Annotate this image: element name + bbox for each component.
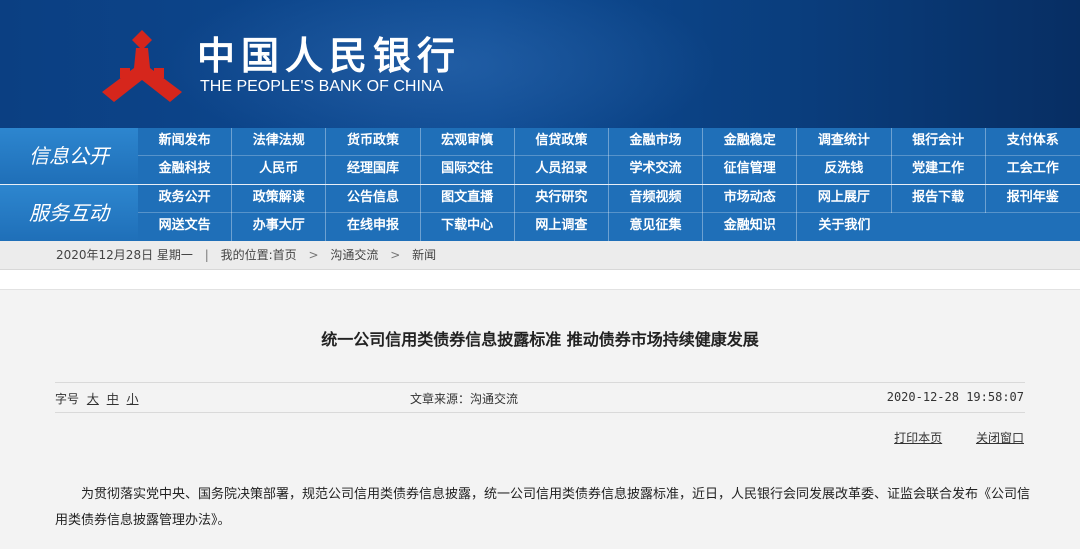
nav-item-service-hall[interactable]: 办事大厅 <box>232 213 327 241</box>
breadcrumb-location-label: 我的位置: <box>220 248 273 262</box>
nav-item-monetary-policy[interactable]: 货币政策 <box>326 128 421 156</box>
article-datetime: 2020-12-28 19:58:07 <box>886 390 1024 404</box>
nav-service-row-2: 网送文告 办事大厅 在线申报 下载中心 网上调查 意见征集 金融知识 关于我们 <box>138 213 1080 241</box>
breadcrumb-communication-link[interactable]: 沟通交流 <box>330 241 378 270</box>
nav-item-party-building[interactable]: 党建工作 <box>892 156 986 184</box>
nav-item-gov-affairs[interactable]: 政务公开 <box>138 185 233 213</box>
breadcrumb: 2020年12月28日 星期一 | 我的位置:首页 > 沟通交流 > 新闻 <box>0 241 1080 270</box>
nav-item-statistics[interactable]: 调查统计 <box>797 128 892 156</box>
nav-item-market-trends[interactable]: 市场动态 <box>703 185 798 213</box>
font-size-controls: 字号 大 中 小 <box>55 390 139 407</box>
nav-item-international[interactable]: 国际交往 <box>421 156 515 184</box>
nav-item-opinion-collection[interactable]: 意见征集 <box>609 213 704 241</box>
article-panel: 统一公司信用类债券信息披露标准 推动债券市场持续健康发展 字号 大 中 小 文章… <box>0 289 1080 549</box>
nav-item-accounting[interactable]: 银行会计 <box>892 128 986 156</box>
nav-item-financial-markets[interactable]: 金融市场 <box>609 128 704 156</box>
nav-item-report-download[interactable]: 报告下载 <box>892 185 986 213</box>
meta-top-divider <box>55 382 1025 383</box>
nav-service-section: 服务互动 政务公开 政策解读 公告信息 图文直播 央行研究 音频视频 市场动态 … <box>0 185 1080 241</box>
nav-item-academic[interactable]: 学术交流 <box>609 156 704 184</box>
nav-info-row-2: 金融科技 人民币 经理国库 国际交往 人员招录 学术交流 征信管理 反洗钱 党建… <box>138 156 1080 184</box>
nav-item-download-center[interactable]: 下载中心 <box>421 213 515 241</box>
nav-item-fintech[interactable]: 金融科技 <box>138 156 233 184</box>
meta-bottom-divider <box>55 412 1025 413</box>
nav-item-treasury[interactable]: 经理国库 <box>326 156 421 184</box>
nav-item-financial-stability[interactable]: 金融稳定 <box>703 128 798 156</box>
nav-info-section: 信息公开 新闻发布 法律法规 货币政策 宏观审慎 信贷政策 金融市场 金融稳定 … <box>0 128 1080 184</box>
nav-item-policy-interpretation[interactable]: 政策解读 <box>232 185 327 213</box>
nav-item-rmb[interactable]: 人民币 <box>232 156 327 184</box>
pboc-emblem-icon[interactable] <box>100 28 184 104</box>
nav-item-about-us[interactable]: 关于我们 <box>797 213 891 241</box>
nav-item-online-exhibition[interactable]: 网上展厅 <box>797 185 892 213</box>
breadcrumb-chevron-icon: > <box>308 248 319 262</box>
nav-item-macroprudential[interactable]: 宏观审慎 <box>421 128 515 156</box>
nav-item-media[interactable]: 音频视频 <box>609 185 704 213</box>
page: 中国人民银行 THE PEOPLE'S BANK OF CHINA 信息公开 新… <box>0 0 1080 549</box>
breadcrumb-date: 2020年12月28日 星期一 <box>56 248 193 262</box>
font-size-medium-button[interactable]: 中 <box>107 392 119 406</box>
nav-item-laws[interactable]: 法律法规 <box>232 128 327 156</box>
nav-item-online-filing[interactable]: 在线申报 <box>326 213 421 241</box>
nav-item-credit-policy[interactable]: 信贷政策 <box>515 128 609 156</box>
breadcrumb-news-link[interactable]: 新闻 <box>412 241 436 270</box>
breadcrumb-home-link[interactable]: 首页 <box>273 241 297 270</box>
nav-item-recruitment[interactable]: 人员招录 <box>515 156 609 184</box>
nav-item-credit-reference[interactable]: 征信管理 <box>703 156 798 184</box>
nav-item-news[interactable]: 新闻发布 <box>138 128 233 156</box>
close-window-link[interactable]: 关闭窗口 <box>976 431 1024 445</box>
logo-chinese-name[interactable]: 中国人民银行 <box>197 34 461 78</box>
nav-item-union[interactable]: 工会工作 <box>986 156 1080 184</box>
article-title: 统一公司信用类债券信息披露标准 推动债券市场持续健康发展 <box>321 330 759 349</box>
article-source: 文章来源：沟通交流 <box>410 392 519 406</box>
nav-section-label-service: 服务互动 <box>0 185 138 241</box>
font-size-label: 字号 <box>55 392 80 406</box>
nav-service-row-1: 政务公开 政策解读 公告信息 图文直播 央行研究 音频视频 市场动态 网上展厅 … <box>138 185 1080 213</box>
nav-item-yearbooks[interactable]: 报刊年鉴 <box>986 185 1080 213</box>
article-actions: 打印本页 关闭窗口 <box>864 429 1024 446</box>
print-page-link[interactable]: 打印本页 <box>894 431 942 445</box>
nav-item-anti-money-laundering[interactable]: 反洗钱 <box>797 156 892 184</box>
header-banner: 中国人民银行 THE PEOPLE'S BANK OF CHINA <box>0 0 1080 128</box>
article-body-paragraph: 为贯彻落实党中央、国务院决策部署，规范公司信用类债券信息披露，统一公司信用类债券… <box>55 487 1031 528</box>
nav-item-online-documents[interactable]: 网送文告 <box>138 213 233 241</box>
nav-item-online-survey[interactable]: 网上调查 <box>515 213 609 241</box>
logo-english-name[interactable]: THE PEOPLE'S BANK OF CHINA <box>200 77 443 97</box>
nav-item-live[interactable]: 图文直播 <box>421 185 515 213</box>
nav-info-row-1: 新闻发布 法律法规 货币政策 宏观审慎 信贷政策 金融市场 金融稳定 调查统计 … <box>138 128 1080 156</box>
font-size-large-button[interactable]: 大 <box>87 392 99 406</box>
nav-item-financial-knowledge[interactable]: 金融知识 <box>703 213 798 241</box>
nav-item-announcements[interactable]: 公告信息 <box>326 185 421 213</box>
nav-section-label-info: 信息公开 <box>0 128 138 184</box>
nav-item-payment-system[interactable]: 支付体系 <box>986 128 1080 156</box>
nav-item-research[interactable]: 央行研究 <box>515 185 609 213</box>
breadcrumb-chevron-icon: > <box>390 248 401 262</box>
breadcrumb-divider: | <box>204 248 209 262</box>
font-size-small-button[interactable]: 小 <box>127 392 139 406</box>
